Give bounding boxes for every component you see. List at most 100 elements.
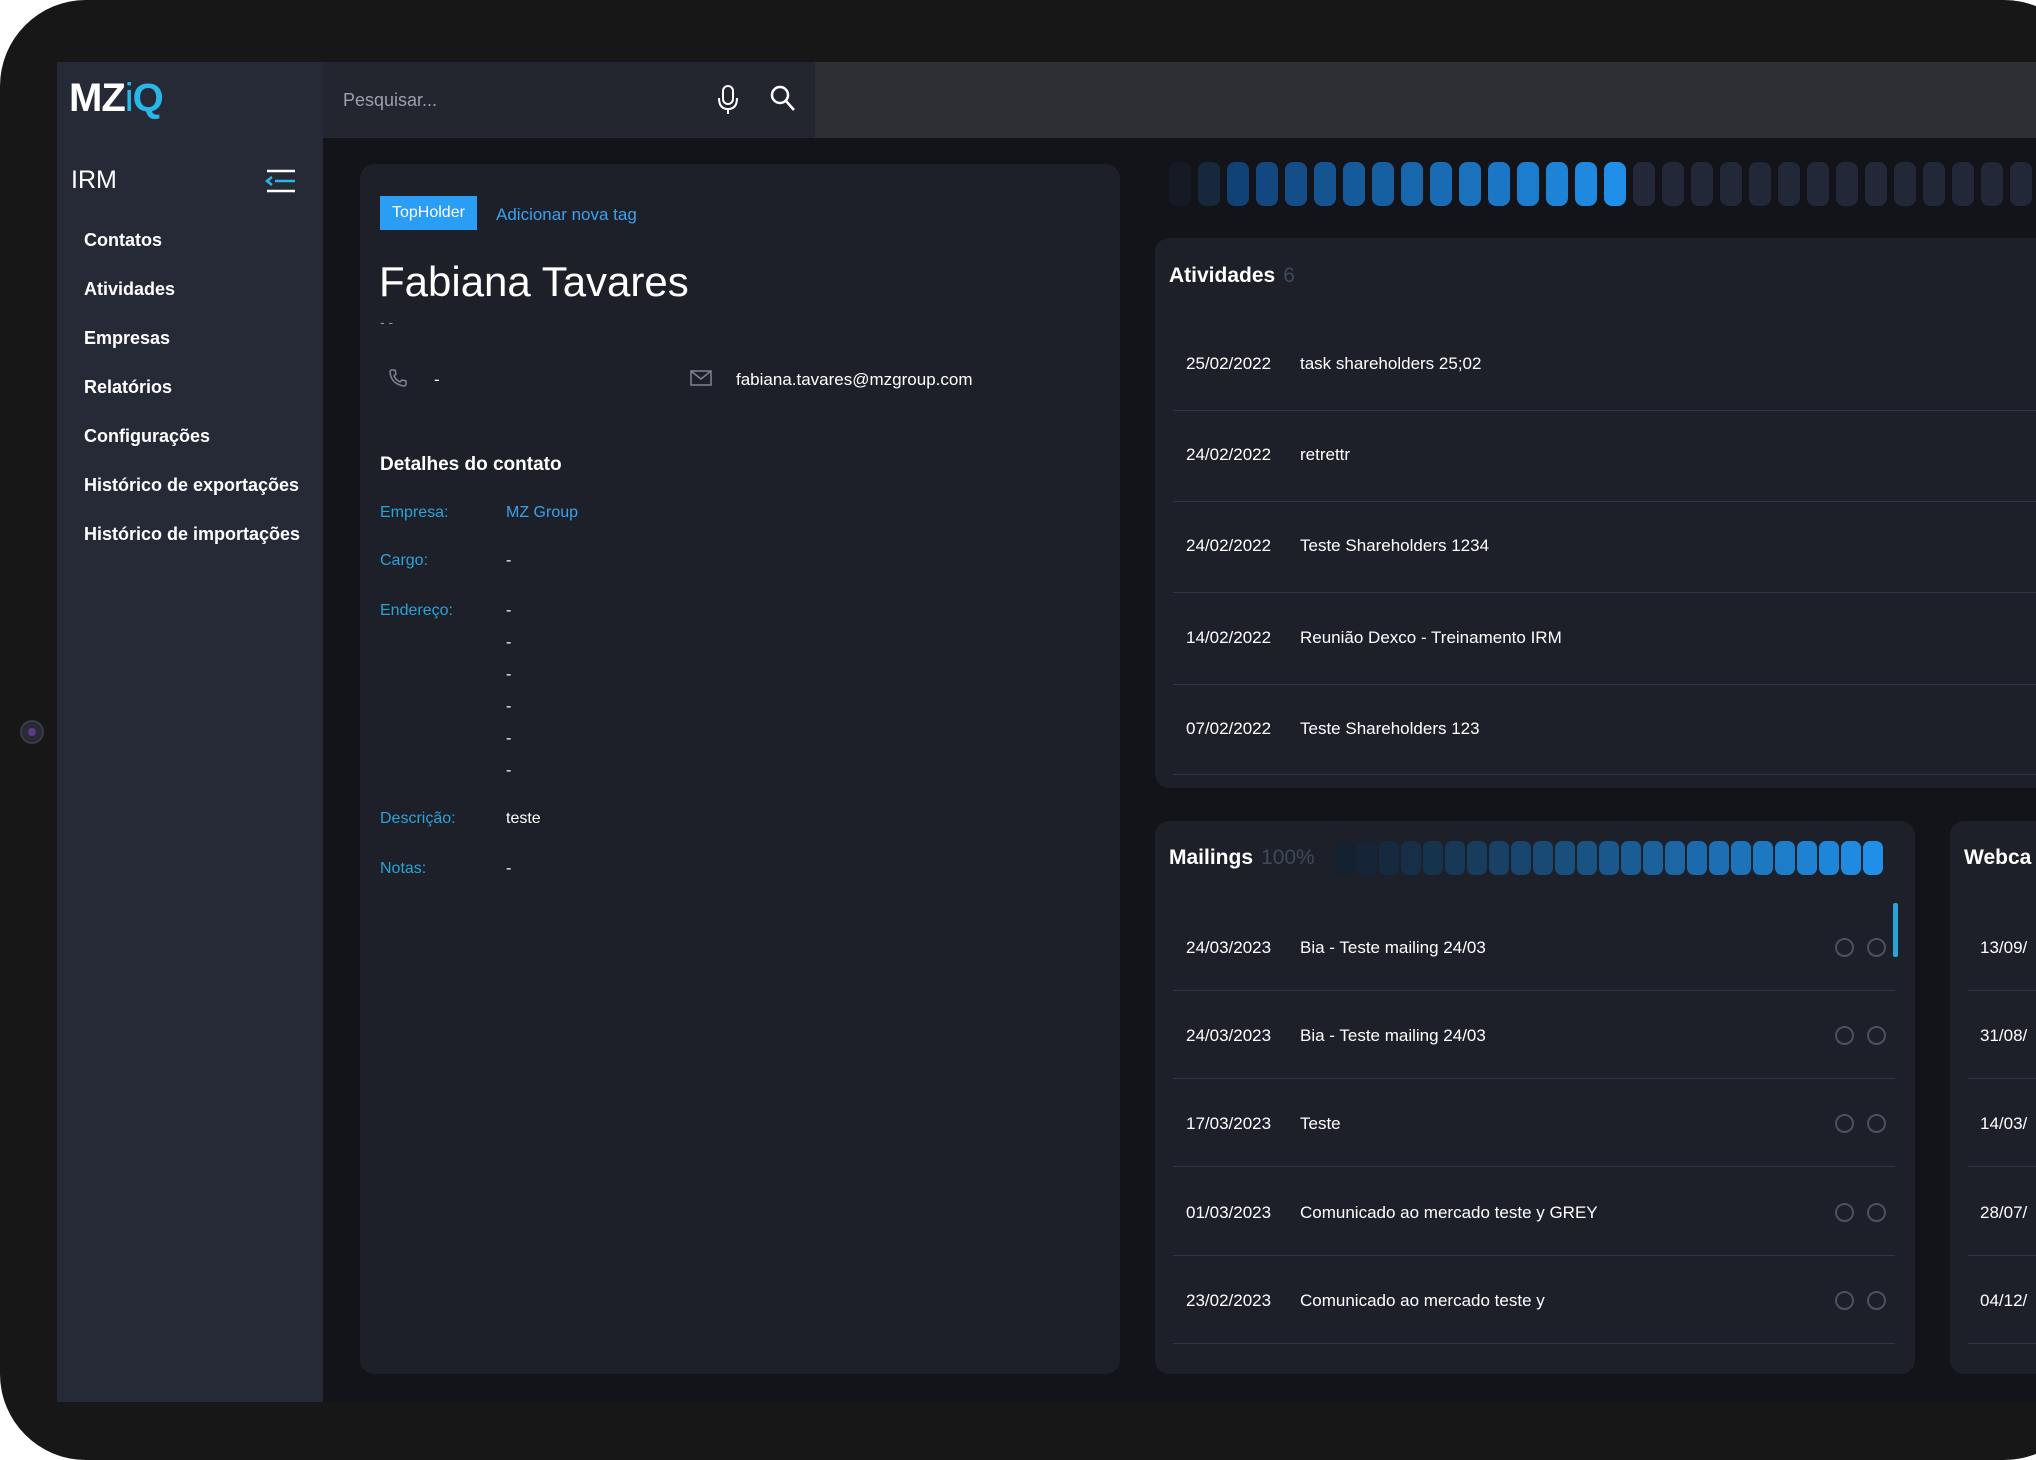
progress-segment: [1894, 162, 1916, 206]
opened-status-icon: [1835, 1291, 1854, 1310]
engagement-progress-bar: [1169, 162, 2036, 206]
activity-date: 24/02/2022: [1186, 536, 1272, 555]
activity-date: 24/02/2022: [1186, 445, 1272, 464]
mailing-title[interactable]: Comunicado ao mercado teste y GREY: [1300, 1203, 1598, 1223]
divider: [1173, 1255, 1895, 1256]
divider: [1173, 1078, 1895, 1079]
progress-segment: [1169, 162, 1191, 206]
role-label: Cargo:: [380, 552, 429, 569]
sidebar-item-contatos[interactable]: Contatos: [84, 230, 300, 279]
sidebar-item-empresas[interactable]: Empresas: [84, 328, 300, 377]
mailing-date: 24/03/2023: [1186, 938, 1272, 957]
mailing-title[interactable]: Teste: [1300, 1114, 1341, 1134]
sidebar-item-atividades[interactable]: Atividades: [84, 279, 300, 328]
activity-title[interactable]: Teste Shareholders 123: [1300, 719, 1480, 739]
clicked-status-icon: [1867, 1026, 1886, 1045]
mailing-date: 01/03/2023: [1186, 1203, 1272, 1222]
divider: [1968, 1255, 2036, 1256]
progress-segment: [1335, 841, 1355, 875]
progress-segment: [1863, 841, 1883, 875]
progress-segment: [1357, 841, 1377, 875]
progress-segment: [1555, 841, 1575, 875]
description-value: teste: [506, 810, 541, 827]
progress-segment: [1952, 162, 1974, 206]
search-placeholder: Pesquisar...: [343, 90, 438, 110]
progress-segment: [1459, 162, 1481, 206]
opened-status-icon: [1835, 1026, 1854, 1045]
camera-icon: [20, 720, 44, 744]
divider: [1173, 684, 2036, 685]
mailing-title[interactable]: Bia - Teste mailing 24/03: [1300, 1026, 1486, 1046]
contact-subtitle: - -: [380, 314, 394, 330]
sidebar-item-historico-importacoes[interactable]: Histórico de importações: [84, 524, 300, 573]
webcast-date: 28/07/: [1980, 1203, 2028, 1222]
collapse-menu-icon[interactable]: [265, 168, 297, 194]
clicked-status-icon: [1867, 1114, 1886, 1133]
activity-date: 25/02/2022: [1186, 354, 1272, 373]
progress-segment: [1981, 162, 2003, 206]
progress-segment: [1691, 162, 1713, 206]
logo[interactable]: MZiQ: [69, 76, 164, 121]
webcast-date: 04/12/: [1980, 1291, 2028, 1310]
webcasts-title: Webca: [1964, 846, 2032, 869]
progress-segment: [1445, 841, 1465, 875]
address-label: Endereço:: [380, 602, 453, 619]
progress-segment: [1423, 841, 1443, 875]
opened-status-icon: [1835, 1203, 1854, 1222]
scrollbar[interactable]: [1893, 903, 1898, 957]
activity-date: 14/02/2022: [1186, 628, 1272, 647]
mailing-title[interactable]: Comunicado ao mercado teste y: [1300, 1291, 1545, 1311]
divider: [1968, 1078, 2036, 1079]
microphone-icon[interactable]: [717, 84, 739, 116]
progress-segment: [1467, 841, 1487, 875]
webcast-date: 14/03/: [1980, 1114, 2028, 1133]
progress-segment: [1775, 841, 1795, 875]
progress-segment: [1517, 162, 1539, 206]
tag-badge[interactable]: TopHolder: [380, 196, 477, 230]
divider: [1173, 1343, 1895, 1344]
divider: [1968, 1166, 2036, 1167]
contact-name: Fabiana Tavares: [379, 258, 689, 305]
search-icon[interactable]: [769, 84, 797, 114]
webcast-date: 13/09/: [1980, 938, 2028, 957]
activity-title[interactable]: Reunião Dexco - Treinamento IRM: [1300, 628, 1562, 648]
webcasts-panel: Webca 13/09/ 31/08/ 14/03/ 28/07/ 04/12/: [1950, 821, 2036, 1374]
progress-segment: [1546, 162, 1568, 206]
divider: [1173, 410, 2036, 411]
mailing-title[interactable]: Bia - Teste mailing 24/03: [1300, 938, 1486, 958]
mailings-panel: Mailings 100% 24/03/2023 Bia - Teste mail…: [1155, 821, 1915, 1374]
progress-segment: [1662, 162, 1684, 206]
top-bar-area: [815, 62, 2036, 138]
clicked-status-icon: [1867, 1203, 1886, 1222]
progress-segment: [1489, 841, 1509, 875]
activity-title[interactable]: task shareholders 25;02: [1300, 354, 1481, 374]
progress-segment: [1709, 841, 1729, 875]
phone-icon: [389, 369, 407, 387]
app-screen: MZiQ IRM Contatos Atividades Empresas Re…: [57, 62, 2036, 1402]
activity-title[interactable]: retrettr: [1300, 445, 1350, 465]
contact-details-title: Detalhes do contato: [380, 454, 562, 475]
progress-segment: [1749, 162, 1771, 206]
progress-segment: [1577, 841, 1597, 875]
activity-title[interactable]: Teste Shareholders 1234: [1300, 536, 1489, 556]
search-input[interactable]: Pesquisar...: [323, 62, 815, 138]
add-tag-link[interactable]: Adicionar nova tag: [496, 205, 637, 225]
sidebar-item-historico-exportacoes[interactable]: Histórico de exportações: [84, 475, 300, 524]
email-value[interactable]: fabiana.tavares@mzgroup.com: [736, 370, 972, 390]
company-link[interactable]: MZ Group: [506, 504, 578, 522]
progress-segment: [1256, 162, 1278, 206]
progress-segment: [1488, 162, 1510, 206]
description-label: Descrição:: [380, 810, 456, 827]
progress-segment: [1343, 162, 1365, 206]
sidebar-item-configuracoes[interactable]: Configurações: [84, 426, 300, 475]
address-line: -: [506, 698, 512, 715]
sidebar-item-relatorios[interactable]: Relatórios: [84, 377, 300, 426]
progress-segment: [1643, 841, 1663, 875]
role-value: -: [506, 552, 512, 569]
phone-value: -: [434, 370, 440, 389]
progress-segment: [1633, 162, 1655, 206]
progress-segment: [1604, 162, 1626, 206]
webcast-date: 31/08/: [1980, 1026, 2028, 1045]
activity-date: 07/02/2022: [1186, 719, 1272, 738]
progress-segment: [1430, 162, 1452, 206]
